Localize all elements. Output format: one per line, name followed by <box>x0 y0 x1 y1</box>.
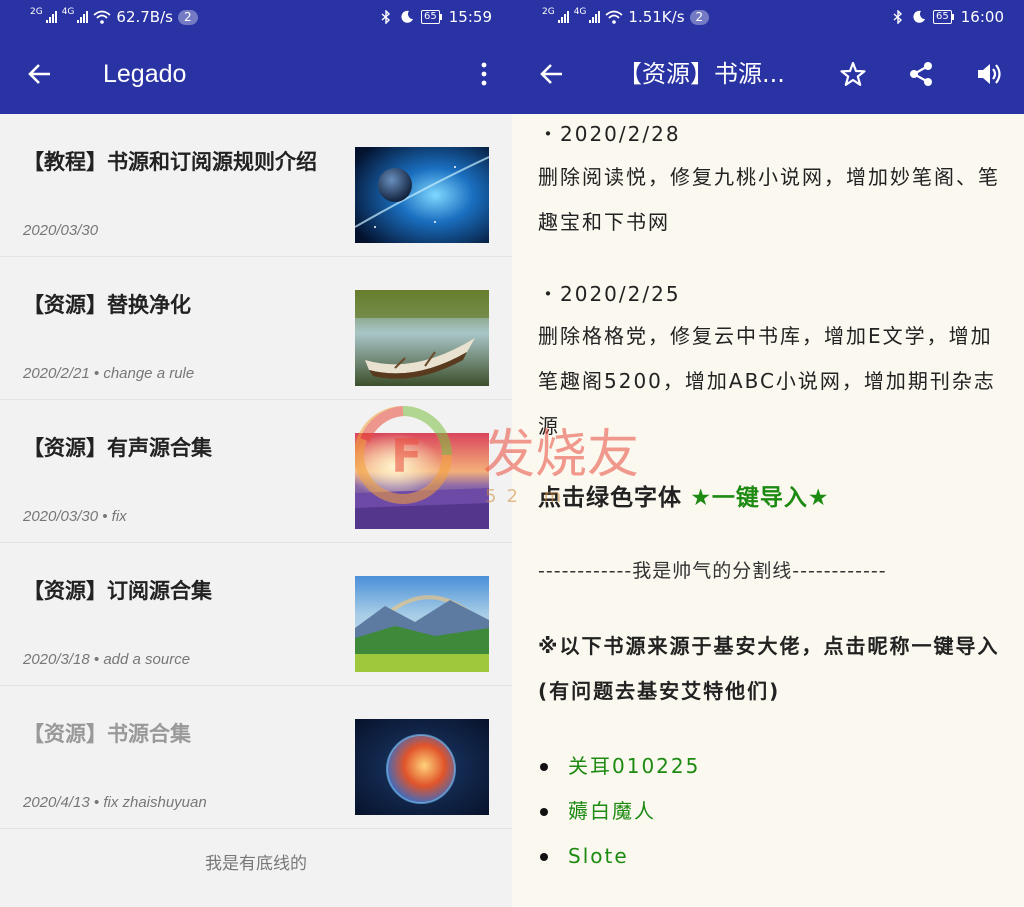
item-meta: 2020/03/30 <box>23 222 99 239</box>
list-item[interactable]: 【资源】订阅源合集 2020/3/18 • add a source <box>0 543 512 686</box>
network-type-label: 2G <box>542 6 555 17</box>
notification-badge: 2 <box>177 9 198 25</box>
author-link[interactable]: 薅白魔人 <box>538 789 1004 834</box>
changelog-text: 删除阅读悦，修复九桃小说网，增加妙笔阁、笔趣宝和下书网 <box>538 165 1000 234</box>
battery-icon: 65 <box>421 10 442 24</box>
article-title: 【资源】书源... <box>618 60 785 88</box>
changelog-text: 删除格格党，修复云中书库，增加E文学，增加笔趣阁5200，增加ABC小说网，增加… <box>538 324 996 438</box>
notification-badge: 2 <box>689 9 710 25</box>
back-arrow-icon[interactable] <box>538 60 566 88</box>
import-prefix: 点击绿色字体 <box>538 485 682 511</box>
wifi-icon <box>605 10 623 24</box>
author-link[interactable]: 关耳010225 <box>538 744 1004 789</box>
source-notice: ※以下书源来源于基安大佬，点击昵称一键导入(有问题去基安艾特他们) <box>538 634 1000 703</box>
lavender-sunset-thumbnail <box>355 433 489 529</box>
list-footer: 我是有底线的 <box>205 854 307 874</box>
network-type-label: 2G <box>30 6 43 17</box>
moon-icon <box>913 10 926 23</box>
item-title: 【教程】书源和订阅源规则介绍 <box>23 150 317 174</box>
status-bar: 2G 4G 62.7B/s 2 65 15:59 <box>0 0 512 34</box>
app-title: Legado <box>103 60 187 88</box>
changelog-date: ・2020/2/25 <box>538 282 681 306</box>
article-list: 【教程】书源和订阅源规则介绍 2020/03/30 【资源】替换净化 2020/… <box>0 114 512 899</box>
wifi-icon <box>93 10 111 24</box>
share-icon[interactable] <box>907 60 935 88</box>
right-screen: 2G 4G 1.51K/s 2 65 16:00 【资源】书源... ・2020… <box>512 0 1024 907</box>
item-title: 【资源】订阅源合集 <box>23 579 212 603</box>
network-type-label: 4G <box>573 6 587 17</box>
bluetooth-icon <box>893 10 903 24</box>
import-line: 点击绿色字体 ★一键导入★ <box>538 478 1004 518</box>
network-speed: 1.51K/s <box>628 8 685 26</box>
list-item[interactable]: 【教程】书源和订阅源规则介绍 2020/03/30 <box>0 114 512 257</box>
network-speed: 62.7B/s <box>116 8 173 26</box>
item-meta: 2020/03/30 • fix <box>23 508 127 525</box>
list-item[interactable]: 【资源】替换净化 2020/2/21 • change a rule <box>0 257 512 400</box>
mountain-rainbow-thumbnail <box>355 576 489 672</box>
item-title: 【资源】替换净化 <box>23 293 191 317</box>
planet-space-thumbnail <box>355 147 489 243</box>
import-link[interactable]: ★一键导入★ <box>690 485 829 511</box>
item-meta: 2020/3/18 • add a source <box>23 651 191 668</box>
item-meta: 2020/4/13 • fix zhaishuyuan <box>23 794 207 811</box>
app-bar: Legado <box>0 34 512 114</box>
list-item[interactable]: 【资源】书源合集 2020/4/13 • fix zhaishuyuan <box>0 686 512 829</box>
battery-icon: 65 <box>933 10 954 24</box>
divider-line: ------------我是帅气的分割线------------ <box>538 560 887 582</box>
battery-level: 65 <box>421 10 440 24</box>
earth-fire-thumbnail <box>355 719 489 815</box>
signal-icon <box>557 11 569 23</box>
battery-level: 65 <box>933 10 952 24</box>
clock: 16:00 <box>960 8 1004 26</box>
item-meta: 2020/2/21 • change a rule <box>23 365 195 382</box>
volume-icon[interactable] <box>975 60 1003 88</box>
status-bar: 2G 4G 1.51K/s 2 65 16:00 <box>512 0 1024 34</box>
list-item[interactable]: 【资源】有声源合集 2020/03/30 • fix <box>0 400 512 543</box>
app-bar: 【资源】书源... <box>512 34 1024 114</box>
boat-lake-thumbnail <box>355 290 489 386</box>
signal-icon <box>45 11 57 23</box>
back-arrow-icon[interactable] <box>26 60 54 88</box>
signal-icon <box>589 11 601 23</box>
changelog-date: ・2020/2/28 <box>538 122 681 146</box>
star-outline-icon[interactable] <box>839 60 867 88</box>
item-title: 【资源】书源合集 <box>23 722 191 746</box>
bluetooth-icon <box>381 10 391 24</box>
network-type-label: 4G <box>61 6 75 17</box>
moon-icon <box>401 10 414 23</box>
signal-icon <box>77 11 89 23</box>
more-vert-icon[interactable] <box>478 60 490 88</box>
author-link[interactable]: Slote <box>538 834 1004 879</box>
clock: 15:59 <box>448 8 492 26</box>
item-title: 【资源】有声源合集 <box>23 436 212 460</box>
author-link-list: 关耳010225 薅白魔人 Slote <box>538 744 1004 879</box>
left-screen: 2G 4G 62.7B/s 2 65 15:59 Legado 【教程】书源和订… <box>0 0 512 907</box>
